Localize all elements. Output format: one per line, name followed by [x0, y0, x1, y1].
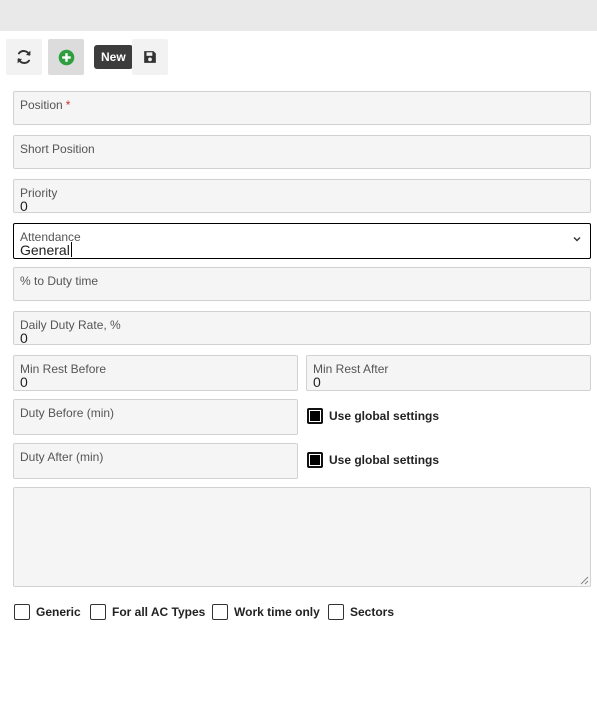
plus-circle-icon: [58, 49, 74, 65]
min-rest-before-value: 0: [20, 374, 28, 390]
position-label: Position *: [20, 98, 71, 112]
duty-after-field[interactable]: Duty After (min): [13, 443, 298, 479]
refresh-button[interactable]: [6, 39, 42, 75]
short-position-field[interactable]: Short Position: [13, 135, 591, 169]
daily-duty-rate-label: Daily Duty Rate, %: [20, 318, 121, 332]
duty-after-global-checkbox[interactable]: Use global settings: [307, 452, 439, 468]
position-field[interactable]: Position *: [13, 91, 591, 125]
work-time-only-label: Work time only: [234, 605, 320, 619]
attendance-value-wrap: General: [20, 242, 72, 258]
min-rest-after-field[interactable]: Min Rest After 0: [306, 355, 591, 391]
for-all-ac-types-label: For all AC Types: [112, 605, 206, 619]
checkbox-checked-icon[interactable]: [307, 452, 323, 468]
duty-time-pct-label: % to Duty time: [20, 274, 99, 288]
checkbox-unchecked-icon[interactable]: [14, 604, 30, 620]
new-tooltip: New: [94, 45, 133, 69]
work-time-only-checkbox[interactable]: Work time only: [212, 604, 320, 620]
min-rest-after-label: Min Rest After: [313, 362, 389, 376]
refresh-icon: [17, 50, 31, 64]
save-button[interactable]: [132, 39, 168, 75]
attendance-select[interactable]: Attendance General: [13, 223, 591, 259]
short-position-label: Short Position: [20, 142, 95, 156]
checkbox-checked-icon[interactable]: [307, 408, 323, 424]
checkbox-unchecked-icon[interactable]: [90, 604, 106, 620]
for-all-ac-types-checkbox[interactable]: For all AC Types: [90, 604, 205, 620]
priority-value: 0: [20, 198, 28, 214]
duty-after-label: Duty After (min): [20, 450, 104, 464]
sectors-checkbox[interactable]: Sectors: [328, 604, 394, 620]
duty-after-global-label: Use global settings: [329, 453, 440, 467]
generic-checkbox[interactable]: Generic: [14, 604, 81, 620]
duty-before-global-checkbox[interactable]: Use global settings: [307, 408, 439, 424]
checkbox-unchecked-icon[interactable]: [328, 604, 344, 620]
chevron-down-icon[interactable]: [571, 233, 583, 245]
generic-label: Generic: [36, 605, 81, 619]
notes-textarea[interactable]: [13, 487, 591, 587]
new-button[interactable]: [48, 39, 84, 75]
sectors-label: Sectors: [350, 605, 395, 619]
min-rest-after-value: 0: [313, 374, 321, 390]
duty-before-field[interactable]: Duty Before (min): [13, 399, 298, 435]
daily-duty-rate-value: 0: [20, 330, 28, 346]
required-mark: *: [65, 98, 71, 112]
attendance-value: General: [20, 242, 70, 258]
daily-duty-rate-field[interactable]: Daily Duty Rate, % 0: [13, 311, 591, 346]
floppy-disk-icon: [144, 51, 156, 63]
duty-before-global-label: Use global settings: [329, 409, 440, 423]
min-rest-before-label: Min Rest Before: [20, 362, 107, 376]
min-rest-before-field[interactable]: Min Rest Before 0: [13, 355, 298, 391]
checkbox-unchecked-icon[interactable]: [212, 604, 228, 620]
priority-field[interactable]: Priority 0: [13, 179, 591, 214]
duty-time-pct-field[interactable]: % to Duty time: [13, 267, 591, 301]
text-caret: [70, 242, 72, 257]
duty-before-label: Duty Before (min): [20, 406, 115, 420]
resize-grip-icon[interactable]: [580, 576, 589, 585]
top-bar: [0, 0, 597, 31]
